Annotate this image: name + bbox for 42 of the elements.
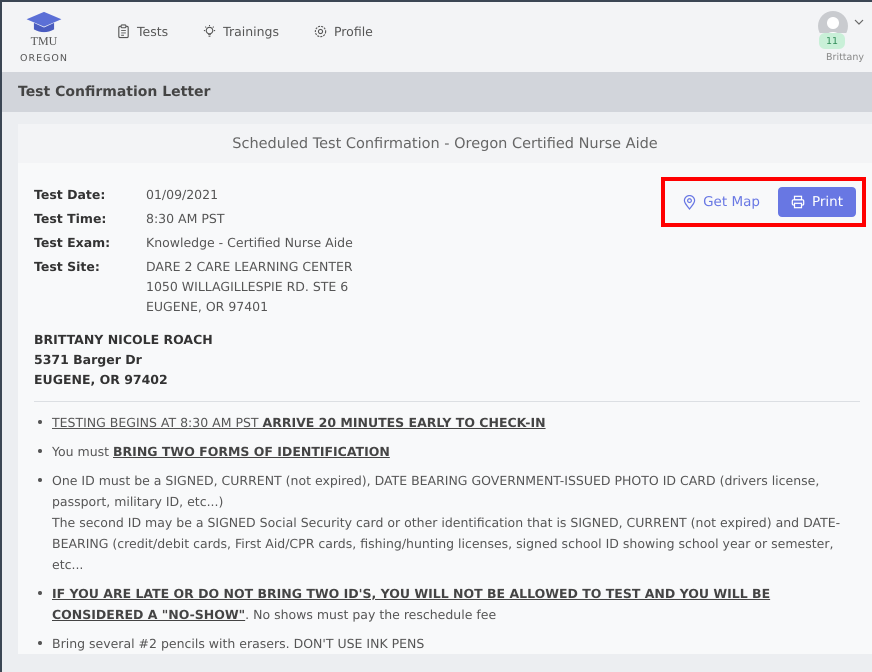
instruction-text: You must BRING TWO FORMS OF IDENTIFICATION [52,443,390,461]
detail-value: 01/09/2021 [146,187,218,202]
detail-value: EUGENE, OR 97401 [146,299,270,314]
logo-text: TMU [30,34,58,48]
get-map-link[interactable]: Get Map [683,194,760,210]
lightbulb-icon [202,24,218,38]
instruction-text: The second ID may be a SIGNED Social Security card or other identification that is SIGNED, CURRENT (not expired) and DATE-BEARING (credit/debit cards, First Aid/CPR cards, fishing/hunting licenses, signed school ID showing school year or semester, etc... [52,514,842,574]
printer-icon [790,195,805,209]
graduation-cap-icon [25,10,63,32]
detail-label: Test Date: [34,187,106,202]
bullet-icon [38,420,42,424]
logo-subtext: OREGON [20,52,68,64]
nav-link[interactable]: Tests [116,24,168,38]
address-line: BRITTANY NICOLE ROACH [34,332,214,347]
print-button[interactable]: Print [778,187,856,217]
instruction-text: IF YOU ARE LATE OR DO NOT BRING TWO ID'S, YOU WILL NOT BE ALLOWED TO TEST AND YOU WILL BE CONSIDERED A "NO-SHOW". No shows must pay the reschedule fee [52,585,772,624]
notification-count: 11 [819,33,845,49]
page-title: Test Confirmation Letter [18,84,210,100]
detail-label: Test Exam: [34,235,112,250]
bullet-icon [38,641,42,645]
bullet-icon [38,449,42,453]
detail-value: 8:30 AM PST [146,211,224,226]
bullet-icon [38,478,42,482]
settings-icon [312,24,328,38]
detail-label: Test Time: [34,211,108,226]
letter-heading: Scheduled Test Confirmation - Oregon Certified Nurse Aide [18,124,872,163]
location-pin-icon [683,194,696,210]
detail-label: Test Site: [34,259,101,276]
instruction-text: One ID must be a SIGNED, CURRENT (not expired), DATE BEARING GOVERNMENT-ISSUED PHOTO ID CARD (drivers license, passport, military ID, etc...) [52,472,820,511]
bullet-icon [38,591,42,595]
instruction-text: TESTING BEGINS AT 8:30 AM PST ARRIVE 20 MINUTES EARLY TO CHECK-IN [52,414,546,432]
nav-link[interactable]: Profile [312,24,373,38]
instruction-text: Bring several #2 pencils with erasers. DON'T USE INK PENS [52,635,424,653]
address-line: EUGENE, OR 97402 [34,372,169,387]
nav-link[interactable]: Trainings [202,24,279,38]
detail-value: DARE 2 CARE LEARNING CENTER [146,259,353,274]
clipboard-icon [116,24,131,38]
chevron-down-icon[interactable] [854,19,864,25]
detail-value: Knowledge - Certified Nurse Aide [146,235,353,250]
user-name: Brittany [826,52,864,63]
address-line: 5371 Barger Dr [34,352,143,367]
detail-value: 1050 WILLAGILLESPIE RD. STE 6 [146,279,350,294]
